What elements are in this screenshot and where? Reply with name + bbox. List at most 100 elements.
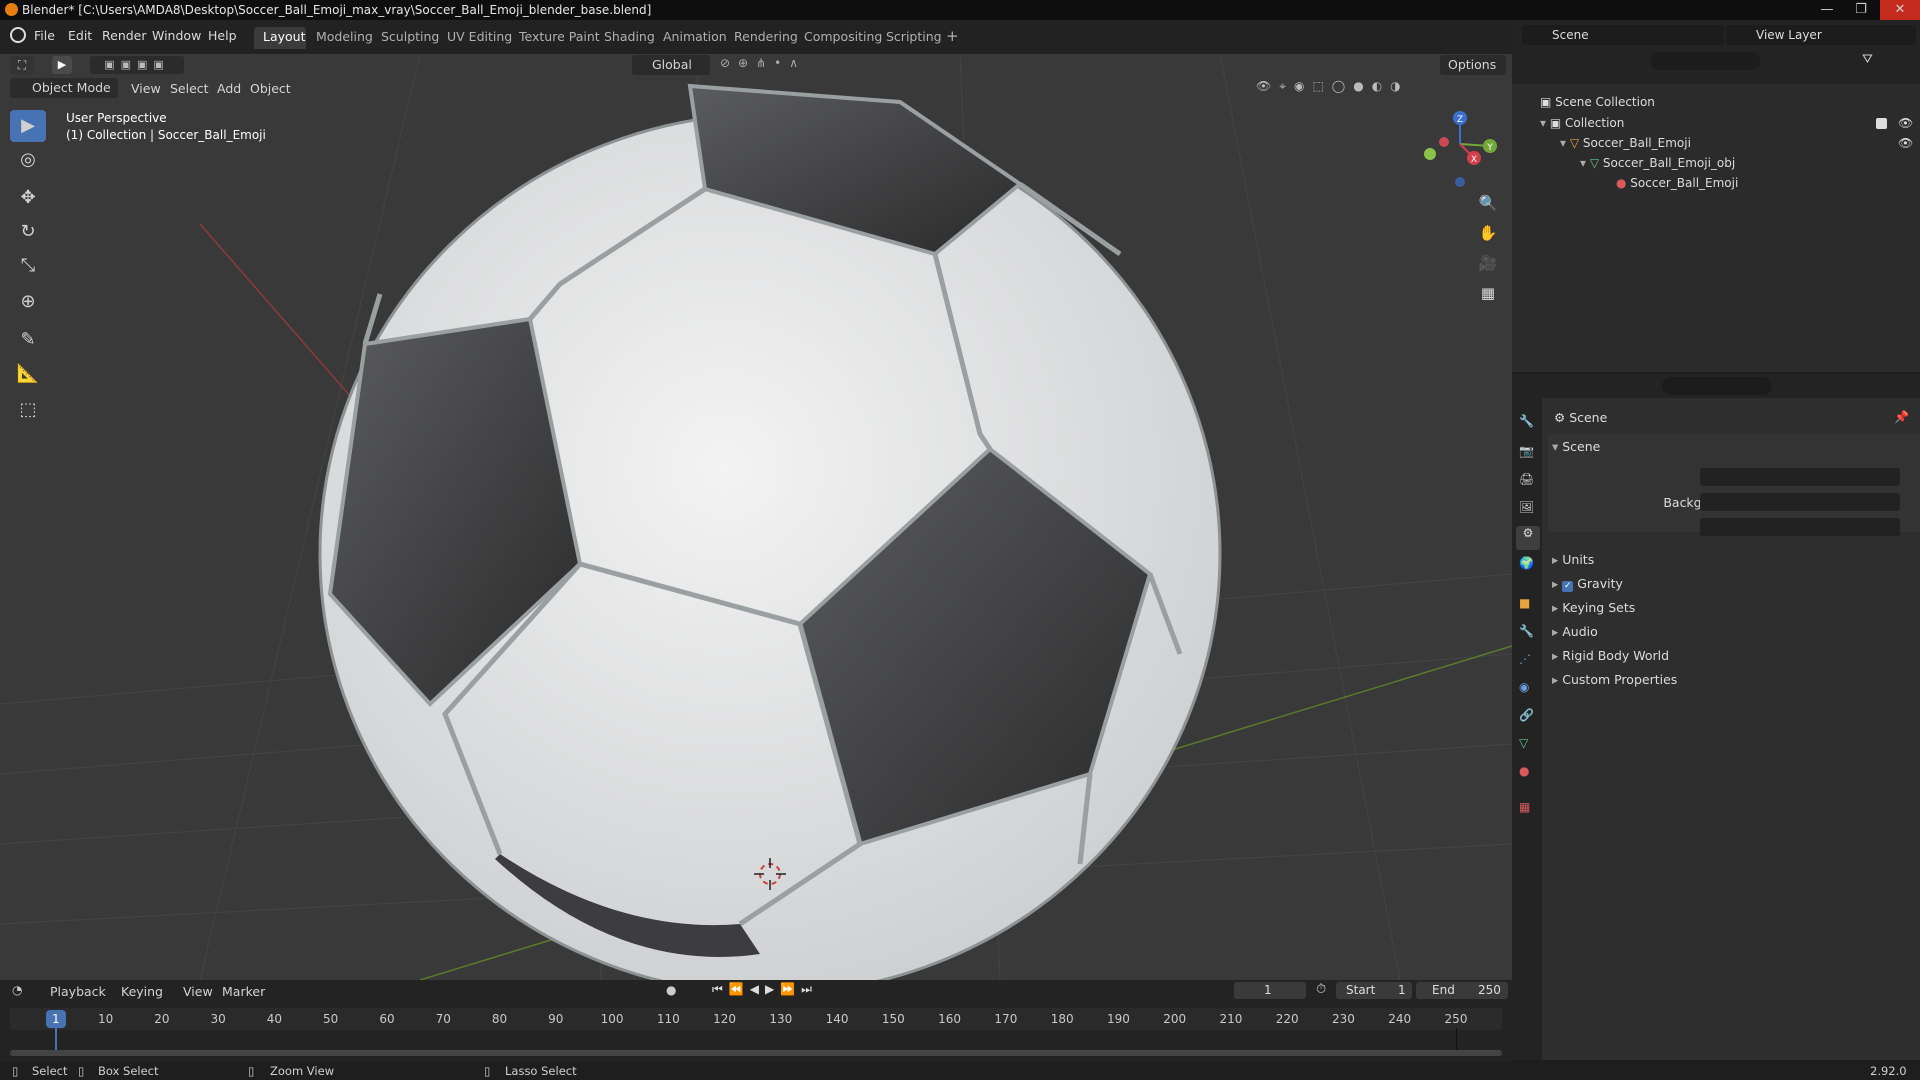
outliner-item-collection[interactable]: ▾ ▣ Collection <box>1540 116 1624 130</box>
scene-selector[interactable]: Scene <box>1522 25 1724 45</box>
constraints-tab-icon[interactable]: 🔗 <box>1519 708 1534 722</box>
particles-tab-icon[interactable]: ⋰ <box>1519 652 1531 666</box>
add-cube-tool-icon[interactable]: ⬚ <box>10 394 46 426</box>
annotate-tool-icon[interactable]: ✎ <box>10 324 46 356</box>
3d-viewport[interactable]: Z Y X ⛶ ▶ ▣▣▣▣ Global ⊘⊕⋔•∧ Options Obje… <box>0 54 1512 980</box>
outliner-item-mesh[interactable]: ▾ ▽ Soccer_Ball_Emoji_obj <box>1580 156 1735 170</box>
texture-tab-icon[interactable]: ▦ <box>1519 800 1530 814</box>
pin-icon[interactable]: 📌 <box>1894 410 1909 424</box>
rotate-tool-icon[interactable]: ↻ <box>10 216 46 248</box>
timeline-tick-label: 70 <box>435 1012 451 1026</box>
filter-icon[interactable]: ⛛ <box>1862 52 1873 67</box>
menu-help[interactable]: Help <box>208 28 237 43</box>
tab-compositing[interactable]: Compositing <box>804 29 882 44</box>
scale-tool-icon[interactable]: ⤡ <box>10 250 46 282</box>
selection-mode-icons[interactable]: ▣▣▣▣ <box>90 56 184 74</box>
transform-orientation-dropdown[interactable]: Global <box>632 55 710 75</box>
render-tab-icon[interactable]: 📷 <box>1519 444 1534 458</box>
timeline-ticks: 10 20 30 40 50 60 70 80 90 100 110 120 130 140 150 160 1… <box>0 980 1512 1040</box>
measure-tool-icon[interactable]: 📐 <box>10 358 46 390</box>
visibility-eye-icon[interactable]: 👁 <box>1898 116 1913 130</box>
tab-rendering[interactable]: Rendering <box>734 29 798 44</box>
minimize-icon[interactable]: — <box>1812 0 1842 20</box>
mode-dropdown[interactable]: Object Mode <box>10 78 118 98</box>
outliner-item-material[interactable]: ● Soccer_Ball_Emoji <box>1616 176 1738 190</box>
viewport-canvas[interactable]: Z Y X <box>0 54 1512 980</box>
viewport-menu-view[interactable]: View <box>131 81 161 96</box>
timeline-scrollbar[interactable] <box>10 1050 1502 1056</box>
tab-animation[interactable]: Animation <box>663 29 727 44</box>
ortho-toggle-icon[interactable]: ▦ <box>1476 284 1500 308</box>
modifier-tab-icon[interactable]: 🔧 <box>1519 624 1534 638</box>
transform-tool-icon[interactable]: ⊕ <box>10 286 46 318</box>
mouse-left-icon: ▯ <box>12 1064 19 1078</box>
menu-render[interactable]: Render <box>102 28 147 43</box>
world-tab-icon[interactable]: 🌍 <box>1519 556 1534 570</box>
outliner-search-input[interactable] <box>1650 52 1760 70</box>
gizmo-z-label: Z <box>1457 115 1463 125</box>
snap-icons[interactable]: ⊘⊕⋔•∧ <box>720 56 850 74</box>
add-workspace-button[interactable]: + <box>946 27 959 45</box>
panel-rigid-body-world[interactable]: ▸ Rigid Body World <box>1552 648 1669 663</box>
timeline-tick-label: 200 <box>1163 1012 1187 1026</box>
shading-mode-icons[interactable]: 👁⌖◉⬚◯●◐◑ <box>1256 79 1506 97</box>
timeline-tick-label: 110 <box>656 1012 680 1026</box>
tab-scripting[interactable]: Scripting <box>886 29 942 44</box>
visibility-eye-icon[interactable]: 👁 <box>1898 136 1913 150</box>
tab-layout[interactable]: Layout <box>263 29 306 44</box>
collection-checkbox[interactable] <box>1876 118 1887 129</box>
panel-keying-sets[interactable]: ▸ Keying Sets <box>1552 600 1635 615</box>
scene-tab-icon[interactable]: ⚙ <box>1516 526 1540 550</box>
menu-window[interactable]: Window <box>152 28 201 43</box>
status-zoom-view: Zoom View <box>270 1064 335 1078</box>
tab-sculpting[interactable]: Sculpting <box>381 29 439 44</box>
select-box-tool-icon[interactable]: ▶ <box>10 110 46 142</box>
view-layer-value: View Layer <box>1756 28 1822 42</box>
pan-hand-icon[interactable]: ✋ <box>1476 224 1500 248</box>
background-scene-field[interactable] <box>1700 493 1900 511</box>
panel-units[interactable]: ▸ Units <box>1552 552 1594 567</box>
material-tab-icon[interactable]: ● <box>1519 764 1529 778</box>
outliner-item-soccer-ball[interactable]: ▾ ▽ Soccer_Ball_Emoji <box>1560 136 1691 150</box>
data-tab-icon[interactable]: ▽ <box>1519 736 1528 750</box>
panel-custom-properties[interactable]: ▸ Custom Properties <box>1552 672 1677 687</box>
tab-shading[interactable]: Shading <box>604 29 655 44</box>
mesh-icon: ▽ <box>1589 156 1603 170</box>
gravity-checkbox[interactable]: ✓ <box>1562 581 1574 592</box>
view-layer-tab-icon[interactable]: 🖼 <box>1519 500 1534 514</box>
view-layer-selector[interactable]: View Layer <box>1726 25 1916 45</box>
status-select: Select <box>32 1064 68 1078</box>
panel-gravity[interactable]: ▸ ✓ Gravity <box>1552 576 1623 592</box>
menu-file[interactable]: File <box>34 28 55 43</box>
cursor-tool-icon[interactable]: ◎ <box>10 144 46 176</box>
zoom-icon[interactable]: 🔍 <box>1476 194 1500 218</box>
viewport-menu-add[interactable]: Add <box>217 81 241 96</box>
viewport-menu-object[interactable]: Object <box>250 81 291 96</box>
camera-view-icon[interactable]: 🎥 <box>1476 254 1500 278</box>
move-tool-icon[interactable]: ✥ <box>10 182 46 214</box>
object-tab-icon[interactable]: ■ <box>1519 596 1530 610</box>
camera-field[interactable] <box>1700 468 1900 486</box>
tab-modeling[interactable]: Modeling <box>316 29 373 44</box>
options-dropdown[interactable]: Options <box>1440 55 1506 75</box>
properties-search-input[interactable] <box>1662 377 1772 395</box>
active-clip-field[interactable] <box>1700 518 1900 536</box>
menu-edit[interactable]: Edit <box>68 28 92 43</box>
editor-type-icon[interactable]: ⛶ <box>10 56 34 74</box>
close-icon[interactable]: ✕ <box>1880 0 1920 20</box>
panel-audio[interactable]: ▸ Audio <box>1552 624 1598 639</box>
blender-menu-icon[interactable] <box>10 27 26 43</box>
scene-section-header[interactable]: ▾ Scene <box>1552 439 1600 454</box>
physics-tab-icon[interactable]: ◉ <box>1519 680 1529 694</box>
timeline-tick-label: 210 <box>1219 1012 1243 1026</box>
maximize-icon[interactable]: ❐ <box>1846 0 1876 20</box>
tab-uv-editing[interactable]: UV Editing <box>447 29 512 44</box>
tab-texture-paint[interactable]: Texture Paint <box>519 29 600 44</box>
gizmo-x-label: X <box>1471 155 1477 165</box>
viewport-menu-select[interactable]: Select <box>170 81 209 96</box>
tool-tab-icon[interactable]: 🔧 <box>1519 414 1534 428</box>
select-tool-icon[interactable]: ▶ <box>52 56 72 74</box>
output-tab-icon[interactable]: 🖨 <box>1519 472 1534 486</box>
timeline-tick-label: 90 <box>548 1012 564 1026</box>
outliner-item-scene-collection[interactable]: ▣ Scene Collection <box>1540 95 1655 109</box>
